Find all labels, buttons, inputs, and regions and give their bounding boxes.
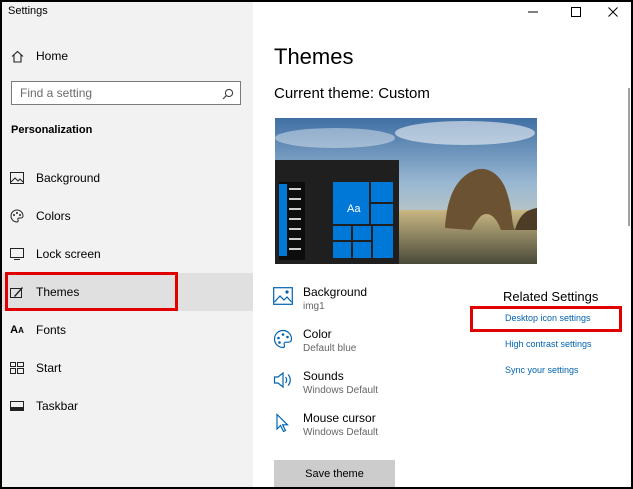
taskbar-icon [10, 399, 24, 413]
high-contrast-settings-link[interactable]: High contrast settings [505, 339, 592, 349]
main-panel: Themes Current theme: Custom Aa Backgrou… [253, 2, 631, 487]
sidebar-item-label: Taskbar [36, 399, 79, 413]
start-icon [10, 361, 24, 375]
theme-preview-image [275, 118, 537, 264]
section-heading: Personalization [11, 124, 93, 136]
property-name: Sounds [303, 369, 344, 383]
property-name: Background [303, 285, 368, 299]
background-icon [10, 171, 24, 185]
sidebar-item-start[interactable]: Start [2, 349, 253, 387]
property-name: Color [303, 327, 332, 341]
minimize-button[interactable] [519, 2, 547, 22]
theme-preview: Aa [275, 118, 537, 264]
colors-icon [10, 209, 24, 223]
preview-sample-text: Aa [347, 203, 361, 215]
search-box[interactable] [11, 81, 241, 105]
sidebar-item-home[interactable]: Home [2, 37, 253, 75]
fonts-icon: AA [10, 324, 24, 336]
search-icon[interactable] [222, 87, 234, 105]
lock-screen-icon [10, 247, 24, 261]
sidebar-item-label: Fonts [36, 323, 67, 337]
sidebar: Settings Home Personalization Background [2, 2, 253, 487]
close-button[interactable] [599, 2, 627, 22]
home-icon [10, 49, 24, 63]
cursor-icon [273, 413, 293, 438]
sidebar-item-colors[interactable]: Colors [2, 197, 253, 235]
sidebar-item-background[interactable]: Background [2, 159, 253, 197]
palette-icon [273, 329, 293, 354]
scrollbar[interactable] [628, 88, 630, 226]
page-title: Themes [274, 44, 354, 69]
sidebar-item-label: Start [36, 361, 62, 375]
property-value: Windows Default [303, 427, 379, 438]
sidebar-item-lock-screen[interactable]: Lock screen [2, 235, 253, 273]
current-theme-label: Current theme: Custom [274, 85, 430, 102]
save-theme-button[interactable]: Save theme [274, 460, 395, 487]
related-settings-heading: Related Settings [503, 289, 599, 304]
highlight-box-desktop-icon-settings [470, 306, 622, 332]
sidebar-item-taskbar[interactable]: Taskbar [2, 387, 253, 425]
search-input[interactable] [20, 86, 210, 100]
sidebar-item-label: Colors [36, 209, 71, 223]
property-value: Default blue [303, 343, 357, 354]
sync-settings-link[interactable]: Sync your settings [505, 365, 579, 375]
sidebar-item-fonts[interactable]: AA Fonts [2, 311, 253, 349]
maximize-button[interactable] [562, 2, 590, 22]
sidebar-item-label: Background [36, 171, 101, 185]
property-name: Mouse cursor [303, 411, 376, 425]
sidebar-item-label: Home [36, 49, 69, 63]
settings-window: Settings Home Personalization Background [2, 2, 631, 487]
highlight-box-themes [5, 272, 178, 311]
picture-icon [273, 287, 293, 310]
property-value: Windows Default [303, 385, 379, 396]
speaker-icon [273, 371, 293, 394]
sidebar-item-label: Lock screen [36, 247, 101, 261]
property-value: img1 [303, 301, 325, 312]
window-title: Settings [8, 5, 48, 17]
